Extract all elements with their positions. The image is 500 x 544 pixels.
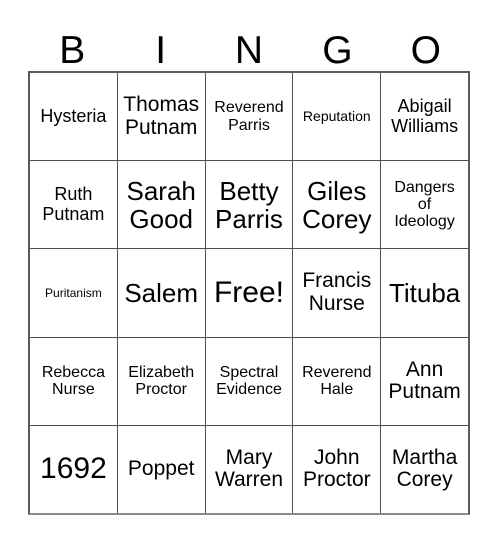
bingo-cell[interactable]: Elizabeth Proctor xyxy=(118,337,206,425)
bingo-cell[interactable]: Hysteria xyxy=(30,73,118,161)
bingo-row: Rebecca Nurse Elizabeth Proctor Spectral Evid… xyxy=(30,337,468,426)
bingo-cell[interactable]: Ann Putnam xyxy=(381,338,468,425)
bingo-cell[interactable]: Salem xyxy=(118,249,206,337)
bingo-header-letter-g: G xyxy=(322,29,353,72)
bingo-card: B I N G O Hysteria Thomas Putnam Reverend Parris… xyxy=(0,0,500,544)
bingo-cell[interactable]: Poppet xyxy=(118,425,206,514)
bingo-cell[interactable]: Puritanism xyxy=(30,249,118,337)
bingo-cell[interactable]: Thomas Putnam xyxy=(118,73,206,161)
bingo-cell[interactable]: Spectral Evidence xyxy=(206,337,294,425)
bingo-row: Hysteria Thomas Putnam Reverend Parris Reputa… xyxy=(30,73,468,162)
bingo-cell[interactable]: Tituba xyxy=(381,249,468,336)
bingo-cell[interactable]: John Proctor xyxy=(293,425,382,514)
bingo-cell[interactable]: Ruth Putnam xyxy=(30,161,118,249)
bingo-cell[interactable]: Reputation xyxy=(293,73,382,161)
bingo-free-space[interactable]: Free! xyxy=(206,249,294,337)
bingo-cell[interactable]: Rebecca Nurse xyxy=(30,337,118,425)
bingo-cell[interactable]: Betty Parris xyxy=(206,161,294,249)
bingo-header-letter-b: B xyxy=(59,29,86,72)
bingo-row: Ruth Putnam Sarah Good Betty Parris Giles Corey… xyxy=(30,161,468,250)
bingo-grid: Hysteria Thomas Putnam Reverend Parris Reputa… xyxy=(28,71,470,515)
bingo-cell[interactable]: Abigail Williams xyxy=(381,73,468,160)
bingo-cell[interactable]: Dangers of Ideology xyxy=(381,161,468,248)
bingo-cell[interactable]: Reverend Hale xyxy=(293,337,382,425)
bingo-row: 1692 Poppet Mary Warren John Proctor Martha Cor… xyxy=(30,425,468,514)
bingo-header: BINGO xyxy=(28,18,470,70)
bingo-header-letter-o: O xyxy=(410,29,441,72)
bingo-cell[interactable]: Sarah Good xyxy=(118,161,206,249)
bingo-header-letter-n: N xyxy=(234,29,264,72)
bingo-cell[interactable]: 1692 xyxy=(30,425,118,514)
bingo-cell[interactable]: Giles Corey xyxy=(293,161,382,249)
bingo-cell[interactable]: Mary Warren xyxy=(206,425,294,514)
bingo-cell[interactable]: Francis Nurse xyxy=(293,249,382,337)
bingo-row: Puritanism Salem Free! Francis Nurse Tituba xyxy=(30,249,468,338)
bingo-header-letter-i: I xyxy=(155,29,167,72)
bingo-cell[interactable]: Martha Corey xyxy=(381,426,468,513)
bingo-cell[interactable]: Reverend Parris xyxy=(206,73,294,161)
